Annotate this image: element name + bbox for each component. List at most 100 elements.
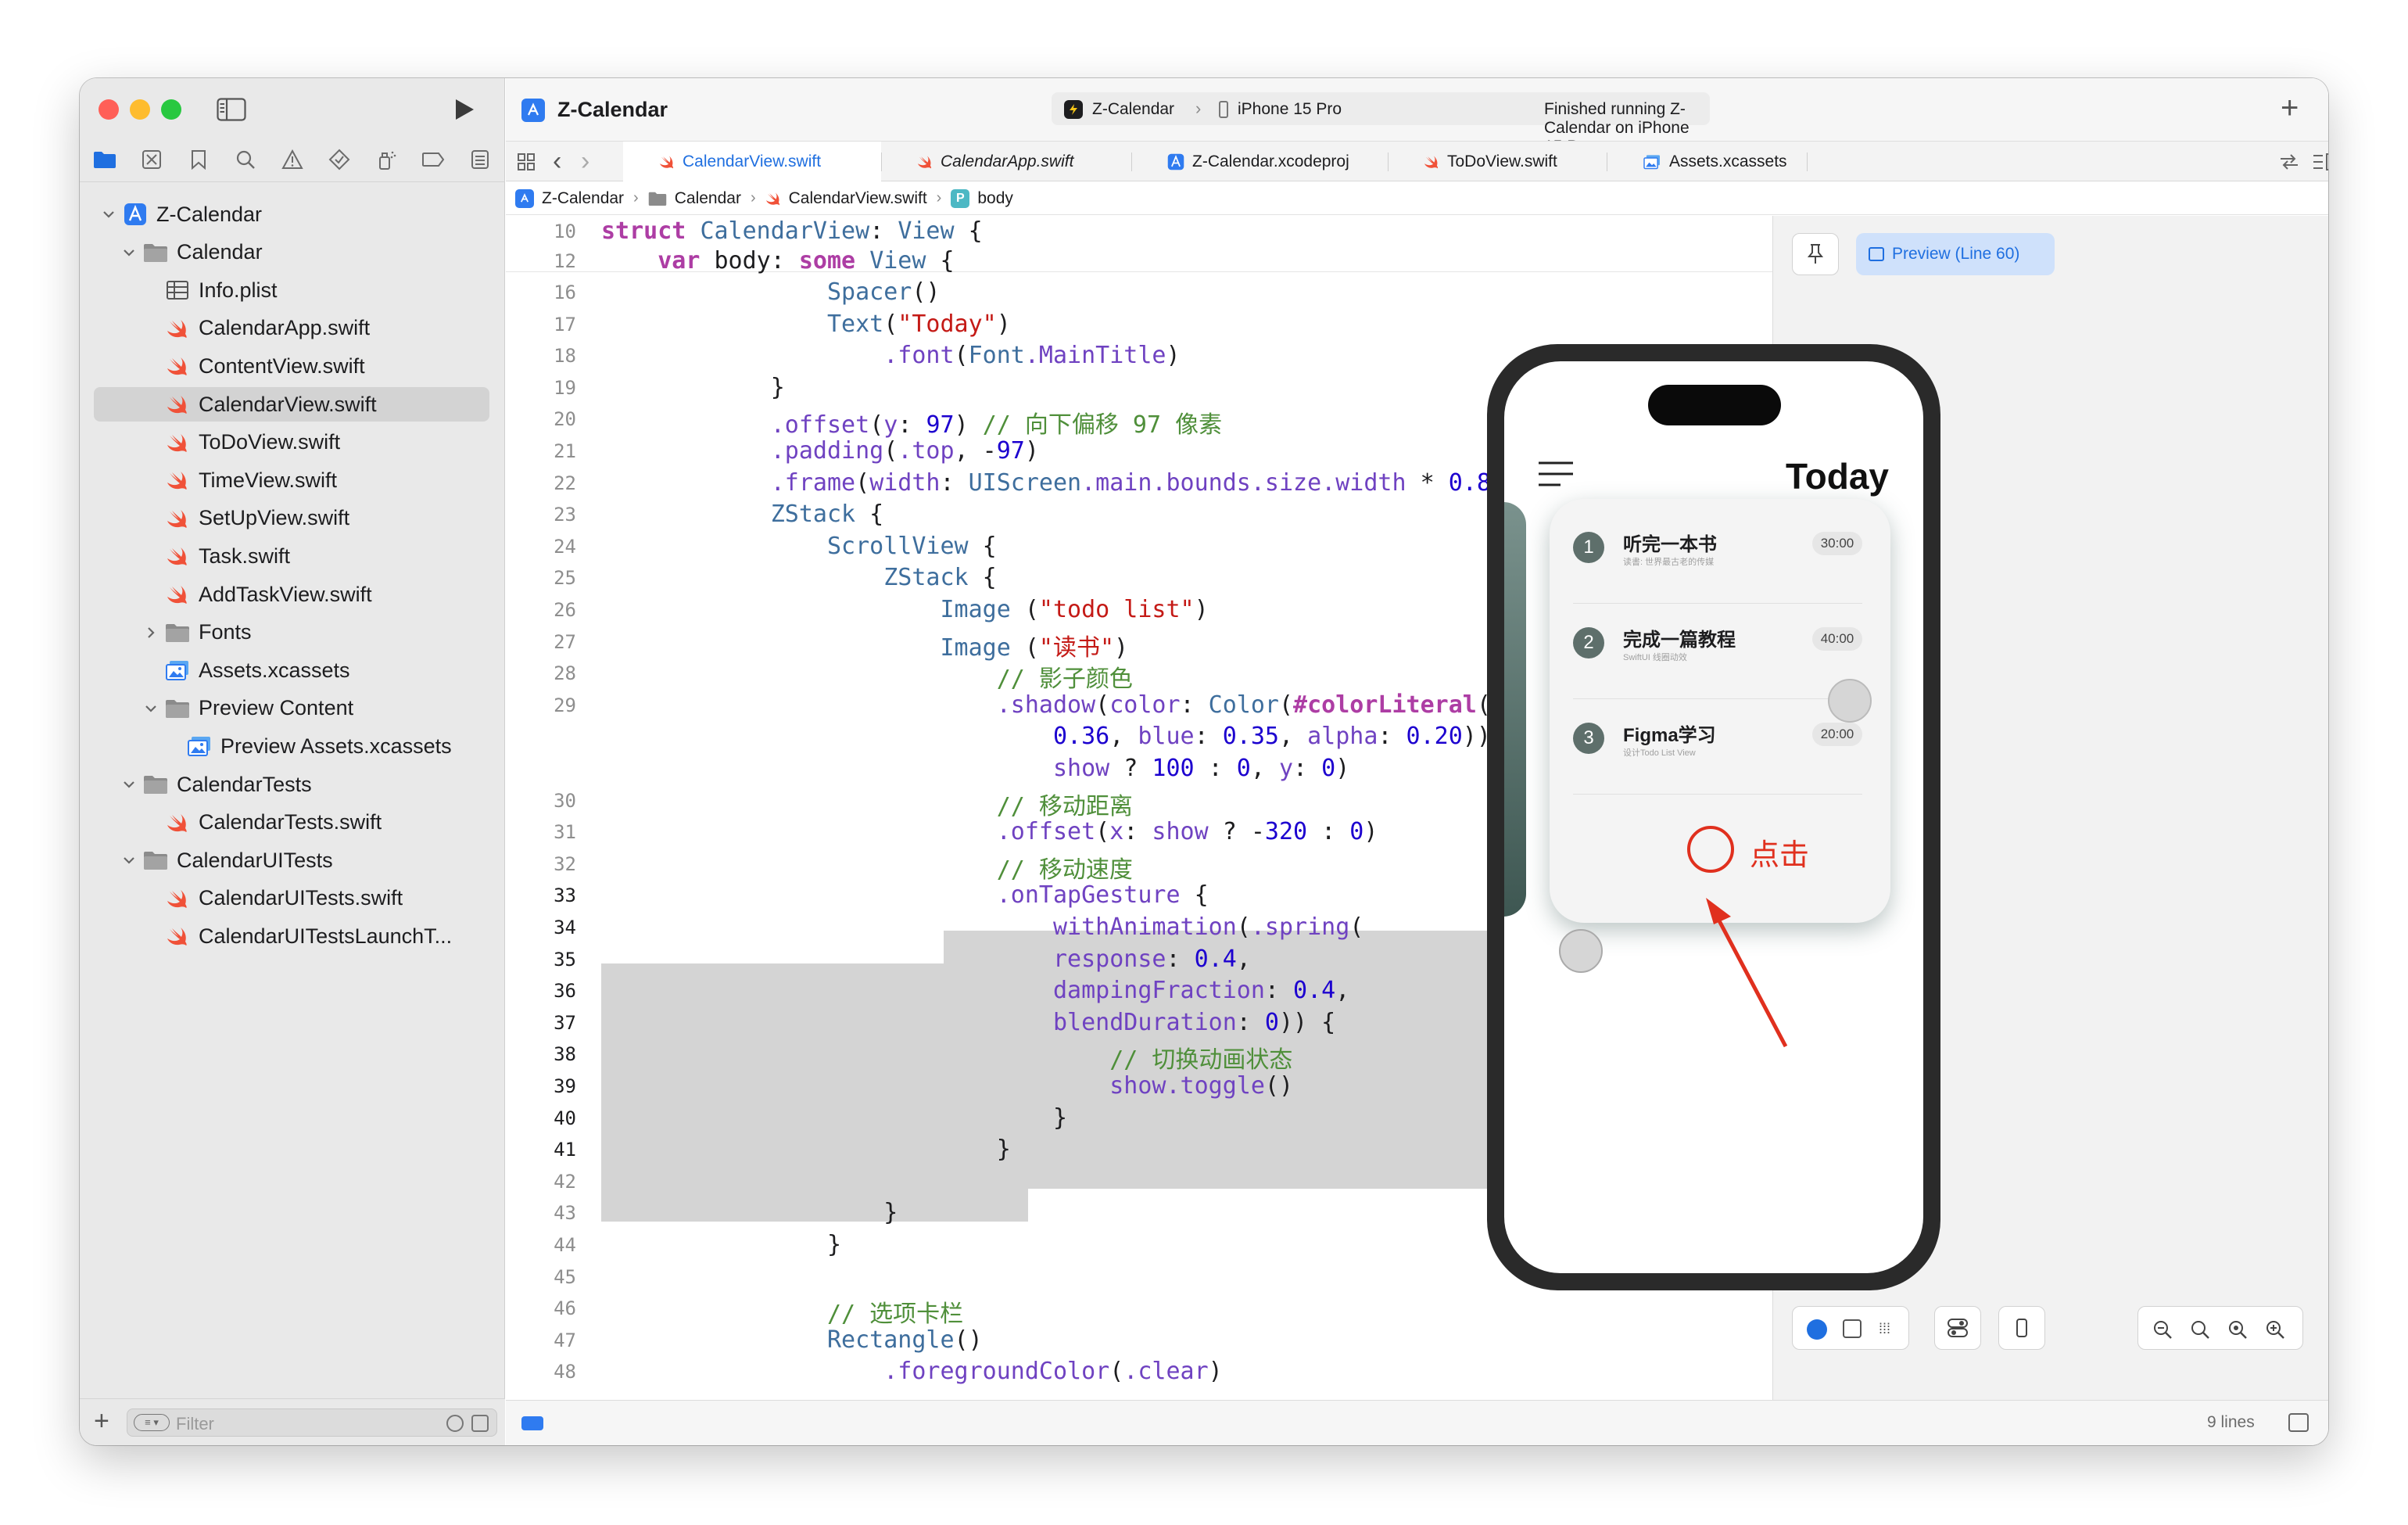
navigator-item[interactable]: CalendarUITests.swift xyxy=(80,881,403,916)
code-line[interactable]: blendDuration: 0)) { xyxy=(601,1009,1335,1036)
navigator-item[interactable]: Info.plist xyxy=(80,273,278,307)
zoom-window-button[interactable] xyxy=(161,99,181,120)
code-line[interactable]: ZStack { xyxy=(601,501,884,528)
navigator-item[interactable]: ContentView.swift xyxy=(80,349,365,383)
chevron-down-icon[interactable] xyxy=(120,852,138,869)
sticky-code-line[interactable]: struct CalendarView: View { xyxy=(601,217,983,245)
todo-card[interactable]: 1 听完一本书 读書: 世界最古老的传媒 30:00 2 完成一篇教程 SwiftUI 线圈… xyxy=(1550,499,1890,923)
scheme-selector[interactable]: Z-Calendar › iPhone 15 Pro Finished runn… xyxy=(1052,92,1710,156)
navigator-item[interactable]: TimeView.swift xyxy=(80,463,337,497)
filter-menu-icon[interactable]: ≡ ▾ xyxy=(134,1414,170,1431)
test-navigator-tab[interactable] xyxy=(325,142,353,177)
variants-icon[interactable]: ⁞⁞⁞ xyxy=(1879,1321,1890,1337)
code-line[interactable]: ScrollView { xyxy=(601,533,997,560)
code-line[interactable]: Rectangle() xyxy=(601,1326,983,1354)
code-line[interactable]: } xyxy=(601,1199,898,1226)
drag-handle[interactable] xyxy=(1559,929,1603,973)
code-line[interactable]: Text("Today") xyxy=(601,310,1011,338)
code-line[interactable]: } xyxy=(601,1104,1067,1132)
jump-bar-item[interactable]: Calendar xyxy=(648,189,741,208)
code-line[interactable]: ZStack { xyxy=(601,564,997,591)
filter-field[interactable]: ≡ ▾ Filter xyxy=(127,1408,497,1437)
device-settings-button[interactable] xyxy=(1934,1306,1981,1350)
device-name[interactable]: iPhone 15 Pro xyxy=(1238,100,1342,119)
chevron-down-icon[interactable] xyxy=(120,244,138,261)
code-line[interactable]: show ? 100 : 0, y: 0) xyxy=(601,755,1349,782)
code-line[interactable]: } xyxy=(601,1136,1011,1163)
zoom-actual-icon[interactable] xyxy=(2190,1319,2210,1340)
debug-area-toggle-icon[interactable] xyxy=(521,1416,543,1430)
chevron-down-icon[interactable] xyxy=(100,206,117,223)
code-line[interactable]: withAnimation(.spring( xyxy=(601,913,1363,941)
navigator-item[interactable]: ToDoView.swift xyxy=(80,425,340,460)
navigator-item[interactable]: Calendar xyxy=(80,235,263,270)
tab-z-calendar-xcodeproj[interactable]: Z-Calendar.xcodeproj xyxy=(1131,142,1388,182)
scm-filter-icon[interactable] xyxy=(471,1415,489,1432)
code-line[interactable]: Image ("读书") xyxy=(601,628,1128,662)
tab-assets-xcassets[interactable]: Assets.xcassets xyxy=(1607,142,1807,182)
toggle-navigator-button[interactable] xyxy=(214,92,249,127)
drag-handle[interactable] xyxy=(1828,679,1872,723)
select-mode-icon[interactable] xyxy=(1843,1319,1862,1338)
preview-selector[interactable]: Preview (Line 60) xyxy=(1856,233,2055,275)
task-row[interactable]: 2 完成一篇教程 SwiftUI 线圈动效 40:00 xyxy=(1573,607,1862,699)
code-line[interactable]: .offset(x: show ? -320 : 0) xyxy=(601,818,1378,845)
code-line[interactable]: Spacer() xyxy=(601,278,941,306)
navigator-item[interactable]: CalendarView.swift xyxy=(94,387,489,422)
navigator-item[interactable]: Fonts xyxy=(80,615,252,650)
navigator-item[interactable]: Assets.xcassets xyxy=(80,653,350,687)
navigator-item[interactable]: CalendarApp.swift xyxy=(80,311,370,346)
menu-icon[interactable] xyxy=(1535,458,1576,490)
jump-bar-item[interactable]: CalendarView.swift xyxy=(765,189,927,208)
panel-toggle-icon[interactable] xyxy=(2288,1413,2309,1432)
code-line[interactable]: .offset(y: 97) // 向下偏移 97 像素 xyxy=(601,405,1222,440)
task-row[interactable]: 1 听完一本书 读書: 世界最古老的传媒 30:00 xyxy=(1573,511,1862,604)
code-line[interactable]: // 移动速度 xyxy=(601,850,1133,884)
code-line[interactable]: .foregroundColor(.clear) xyxy=(601,1358,1222,1385)
code-line[interactable]: show.toggle() xyxy=(601,1072,1293,1100)
editor-options-icon[interactable] xyxy=(2312,152,2328,171)
code-line[interactable]: // 选项卡栏 xyxy=(601,1294,963,1329)
issue-navigator-tab[interactable] xyxy=(278,142,306,177)
chevron-right-icon[interactable] xyxy=(142,624,159,641)
zoom-out-icon[interactable] xyxy=(2152,1319,2173,1340)
navigator-item[interactable]: CalendarUITestsLaunchT... xyxy=(80,919,452,953)
sticky-code-line[interactable]: var body: some View { xyxy=(601,247,954,274)
code-line[interactable]: dampingFraction: 0.4, xyxy=(601,977,1349,1004)
navigator-item[interactable]: CalendarUITests xyxy=(80,843,333,877)
chevron-down-icon[interactable] xyxy=(120,776,138,793)
tab-calendarview-swift[interactable]: CalendarView.swift xyxy=(623,142,881,182)
pin-preview-button[interactable] xyxy=(1792,233,1839,275)
forward-icon[interactable]: › xyxy=(581,146,589,177)
code-line[interactable]: // 切换动画状态 xyxy=(601,1040,1292,1075)
find-navigator-tab[interactable] xyxy=(231,142,260,177)
navigator-item[interactable]: SetUpView.swift xyxy=(80,501,349,536)
navigator-item[interactable]: AddTaskView.swift xyxy=(80,577,372,612)
code-line[interactable]: .font(Font.MainTitle) xyxy=(601,342,1180,369)
add-library-icon[interactable]: + xyxy=(2281,91,2299,125)
task-row[interactable]: 3 Figma学习 设计Todo List View 20:00 xyxy=(1573,702,1862,795)
tab-calendarapp-swift[interactable]: CalendarApp.swift xyxy=(881,142,1131,182)
minimize-window-button[interactable] xyxy=(130,99,150,120)
related-items-icon[interactable] xyxy=(2279,152,2299,171)
grid-icon[interactable] xyxy=(517,152,536,171)
scheme-name[interactable]: Z-Calendar xyxy=(1092,100,1174,119)
code-line[interactable]: .onTapGesture { xyxy=(601,881,1209,909)
code-line[interactable]: .padding(.top, -97) xyxy=(601,437,1039,465)
back-icon[interactable]: ‹ xyxy=(553,146,561,177)
debug-navigator-tab[interactable] xyxy=(372,142,400,177)
source-control-navigator-tab[interactable] xyxy=(138,142,166,177)
tab-todoview-swift[interactable]: ToDoView.swift xyxy=(1388,142,1607,182)
recent-files-icon[interactable] xyxy=(446,1415,464,1432)
navigator-item[interactable]: Preview Assets.xcassets xyxy=(80,729,452,763)
code-line[interactable]: .frame(width: UIScreen.main.bounds.size.… xyxy=(601,469,1519,497)
navigator-item[interactable]: CalendarTests.swift xyxy=(80,806,382,840)
code-line[interactable]: // 移动距离 xyxy=(601,787,1133,821)
add-icon[interactable]: + xyxy=(94,1407,109,1435)
chevron-down-icon[interactable] xyxy=(142,700,159,717)
jump-bar-item[interactable]: Pbody xyxy=(951,188,1013,208)
code-line[interactable]: Image ("todo list") xyxy=(601,596,1208,623)
zoom-fit-icon[interactable] xyxy=(2227,1319,2248,1340)
phone-screen[interactable]: Today 1 听完一本书 读書: 世界最古老的传媒 30:00 2 完成一篇教程 Swif… xyxy=(1504,361,1923,1273)
live-mode-icon[interactable] xyxy=(1807,1319,1827,1340)
